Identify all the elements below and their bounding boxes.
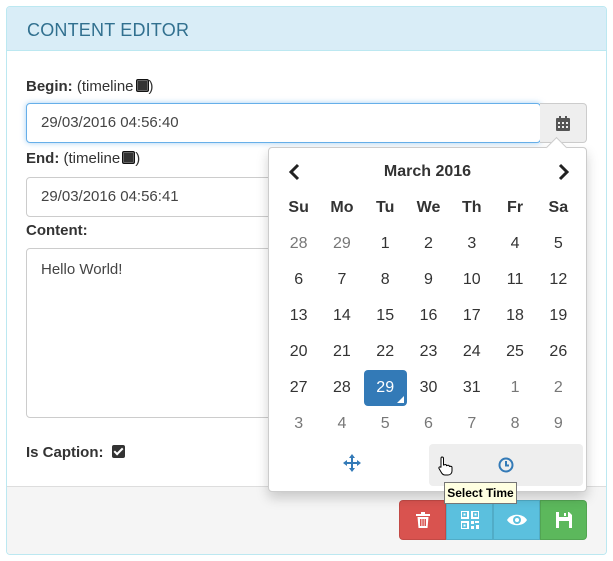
clock-icon <box>498 457 514 473</box>
begin-timeline-note: (timeline) <box>77 78 154 95</box>
calendar-day[interactable]: 13 <box>277 298 320 334</box>
calendar-day[interactable]: 25 <box>493 334 536 370</box>
calendar-day[interactable]: 8 <box>364 262 407 298</box>
delete-button[interactable] <box>399 500 446 540</box>
chevron-right-icon <box>558 163 570 181</box>
calendar-day[interactable]: 1 <box>493 370 536 406</box>
month-title[interactable]: March 2016 <box>269 163 586 181</box>
floppy-disk-icon <box>555 512 572 528</box>
qrcode-button[interactable] <box>446 500 493 540</box>
calendar-day[interactable]: 24 <box>450 334 493 370</box>
calendar-day[interactable]: 11 <box>493 262 536 298</box>
picker-toolbar <box>269 444 586 488</box>
move-arrows-icon <box>343 454 361 472</box>
qrcode-icon <box>460 511 479 529</box>
select-time-button[interactable] <box>429 444 583 486</box>
calendar-day[interactable]: 28 <box>277 226 320 262</box>
calendar-day[interactable]: 17 <box>450 298 493 334</box>
weekday-label: Fr <box>507 199 524 216</box>
calendar-day[interactable]: 1 <box>364 226 407 262</box>
calendar-day[interactable]: 18 <box>493 298 536 334</box>
end-timeline-prefix: (timeline <box>63 150 121 167</box>
eye-icon <box>506 514 527 526</box>
weekday-label: Tu <box>376 199 395 216</box>
begin-timeline-suffix: ) <box>148 78 154 95</box>
calendar-day[interactable]: 8 <box>493 406 536 442</box>
calendar-day[interactable]: 5 <box>364 406 407 442</box>
calendar-day[interactable]: 30 <box>407 370 450 406</box>
weekday-header: Su Mo Tu We Th Fr Sa <box>277 190 580 226</box>
caption-row: Is Caption: <box>26 444 125 461</box>
calendar-day[interactable]: 9 <box>407 262 450 298</box>
calendar-day[interactable]: 10 <box>450 262 493 298</box>
end-datetime-input[interactable]: 29/03/2016 04:56:41 <box>26 177 286 217</box>
begin-timeline-checkbox[interactable] <box>135 79 149 92</box>
calendar-week: 6 7 8 9 10 11 12 <box>277 262 580 298</box>
end-timeline-suffix: ) <box>135 150 141 167</box>
calendar-day[interactable]: 26 <box>537 334 580 370</box>
calendar-week: 20 21 22 23 24 25 26 <box>277 334 580 370</box>
calendar-day[interactable]: 5 <box>537 226 580 262</box>
begin-datetime-input[interactable]: 29/03/2016 04:56:40 <box>26 103 541 143</box>
end-timeline-note: (timeline) <box>64 150 141 167</box>
calendar-day[interactable]: 16 <box>407 298 450 334</box>
trash-icon <box>415 512 430 528</box>
calendar-day[interactable]: 6 <box>277 262 320 298</box>
calendar-button[interactable] <box>540 103 587 143</box>
begin-label: Begin: (timeline) <box>26 78 154 95</box>
calendar-day-selected[interactable]: 29 <box>363 370 407 406</box>
weekday-label: We <box>416 199 441 216</box>
calendar-day[interactable]: 22 <box>364 334 407 370</box>
end-timeline-checkbox[interactable] <box>122 151 136 164</box>
panel-title: CONTENT EDITOR <box>27 20 190 40</box>
calendar-day[interactable]: 23 <box>407 334 450 370</box>
calendar-day[interactable]: 20 <box>277 334 320 370</box>
calendar-day[interactable]: 7 <box>450 406 493 442</box>
content-label: Content: <box>26 222 88 239</box>
calendar-day[interactable]: 6 <box>407 406 450 442</box>
calendar-day[interactable]: 31 <box>450 370 493 406</box>
calendar-day[interactable]: 4 <box>493 226 536 262</box>
calendar-day[interactable]: 7 <box>320 262 363 298</box>
save-button[interactable] <box>540 500 587 540</box>
calendar-week: 28 29 1 2 3 4 5 <box>277 226 580 262</box>
calendar-day[interactable]: 29 <box>320 226 363 262</box>
calendar-day[interactable]: 27 <box>277 370 320 406</box>
weekday-label: Th <box>461 199 482 216</box>
calendar-week: 27 28 29 30 31 1 2 <box>277 370 580 406</box>
panel-heading: CONTENT EDITOR <box>7 7 606 51</box>
calendar-day[interactable]: 9 <box>537 406 580 442</box>
end-label: End: (timeline) <box>26 150 140 167</box>
weekday-label: Su <box>288 199 309 216</box>
next-month-button[interactable] <box>553 162 573 182</box>
calendar-grid: Su Mo Tu We Th Fr Sa 28 29 1 2 3 4 5 6 7… <box>277 190 580 442</box>
begin-label-text: Begin: <box>26 78 73 95</box>
calendar-day[interactable]: 3 <box>450 226 493 262</box>
preview-button[interactable] <box>493 500 540 540</box>
content-textarea[interactable]: Hello World! <box>26 248 276 418</box>
calendar-day[interactable]: 2 <box>537 370 580 406</box>
calendar-day[interactable]: 21 <box>320 334 363 370</box>
weekday-label: Mo <box>330 199 354 216</box>
caption-label: Is Caption: <box>26 444 104 461</box>
calendar-day[interactable]: 15 <box>364 298 407 334</box>
begin-timeline-prefix: (timeline <box>76 78 134 95</box>
calendar-icon <box>556 116 570 131</box>
expand-button[interactable] <box>343 454 361 476</box>
calendar-week: 3 4 5 6 7 8 9 <box>277 406 580 442</box>
calendar-day[interactable]: 14 <box>320 298 363 334</box>
caption-checkbox[interactable] <box>111 445 125 458</box>
select-time-tooltip: Select Time <box>444 482 517 504</box>
datepicker-popup: March 2016 Su Mo Tu We Th Fr Sa 28 29 1 … <box>268 147 587 492</box>
weekday-label: Sa <box>548 199 569 216</box>
calendar-day[interactable]: 2 <box>407 226 450 262</box>
calendar-day[interactable]: 19 <box>537 298 580 334</box>
calendar-day[interactable]: 12 <box>537 262 580 298</box>
end-label-text: End: <box>26 150 60 167</box>
calendar-week: 13 14 15 16 17 18 19 <box>277 298 580 334</box>
hand-pointer-icon <box>438 456 453 476</box>
calendar-day[interactable]: 4 <box>320 406 363 442</box>
calendar-day[interactable]: 28 <box>320 370 363 406</box>
calendar-day[interactable]: 3 <box>277 406 320 442</box>
